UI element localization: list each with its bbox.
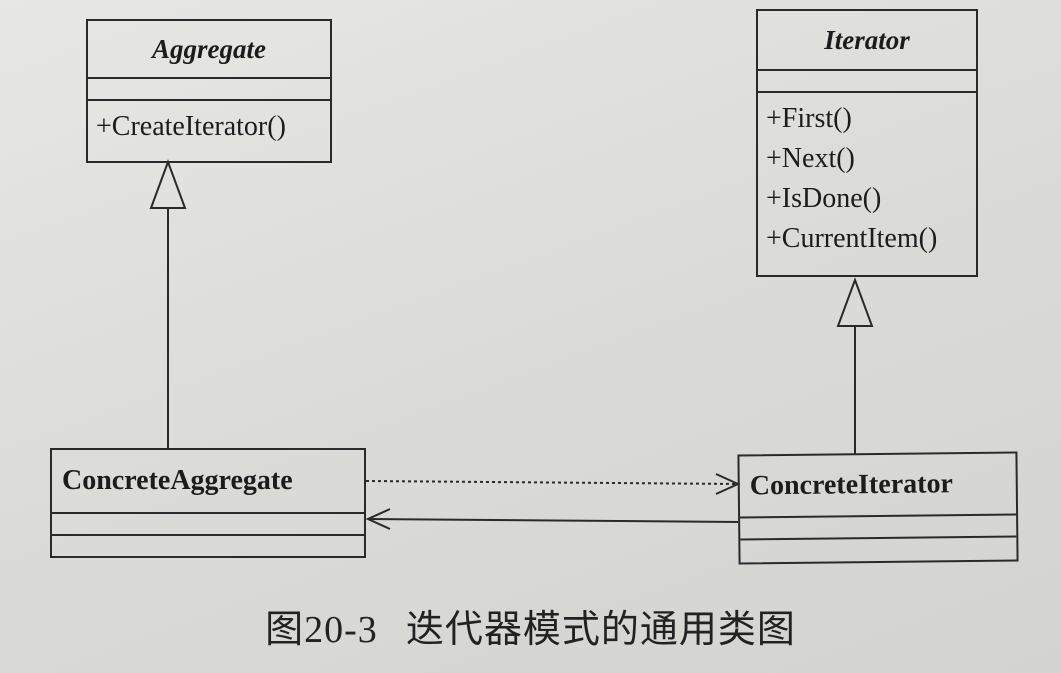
figure-number: 图20-3 — [265, 609, 378, 651]
iterator-class-name: Iterator — [758, 11, 976, 71]
concrete-aggregate-class-name: ConcreteAggregate — [52, 450, 364, 514]
concrete-iterator-attributes — [740, 515, 1017, 541]
concrete-aggregate-operations — [52, 536, 364, 556]
operation-create-iterator: +CreateIterator() — [96, 111, 286, 142]
figure-caption: 图20-3 迭代器模式的通用类图 — [0, 598, 1061, 653]
aggregate-inheritance-arrowhead — [149, 159, 187, 209]
aggregate-operations: +CreateIterator() — [88, 101, 330, 147]
figure-title: 迭代器模式的通用类图 — [405, 607, 796, 651]
iterator-class: Iterator +First() +Next() +IsDone() +Cur… — [756, 9, 978, 277]
concrete-iterator-class-name: ConcreteIterator — [739, 453, 1017, 519]
concrete-iterator-operations — [740, 538, 1016, 563]
operation-first: +First() — [766, 103, 852, 134]
concrete-aggregate-attributes — [52, 514, 364, 536]
aggregate-attributes — [88, 79, 330, 101]
iterator-attributes — [758, 71, 976, 93]
iterator-operations: +First() +Next() +IsDone() +CurrentItem(… — [758, 93, 976, 259]
aggregate-class-name: Aggregate — [88, 21, 330, 79]
aggregate-class: Aggregate +CreateIterator() — [86, 19, 332, 163]
concrete-aggregate-class: ConcreteAggregate — [50, 448, 366, 558]
operation-current-item: +CurrentItem() — [766, 223, 938, 254]
create-dependency-line — [365, 480, 739, 485]
aggregate-association-line — [367, 518, 739, 523]
operation-is-done: +IsDone() — [766, 183, 882, 214]
operation-next: +Next() — [766, 143, 855, 174]
concrete-iterator-class: ConcreteIterator — [737, 451, 1019, 565]
iterator-inheritance-arrowhead — [836, 277, 874, 327]
